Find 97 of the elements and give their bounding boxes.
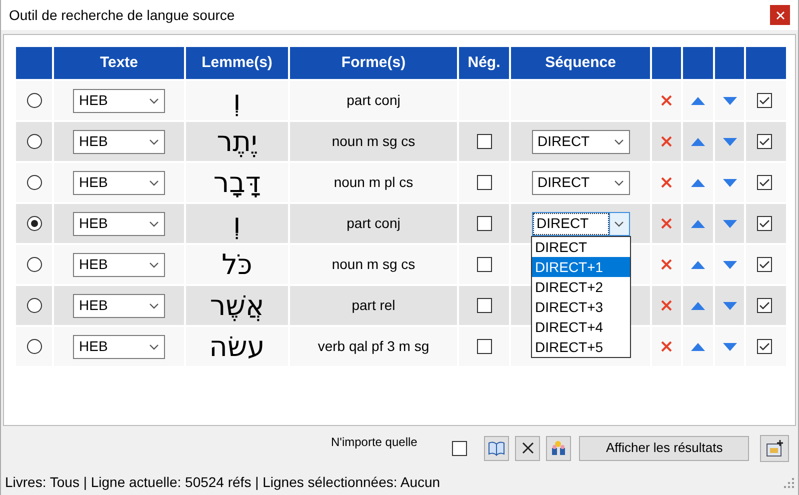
checkbox[interactable]	[476, 134, 492, 149]
checkbox[interactable]	[452, 440, 468, 456]
radio-button[interactable]	[26, 216, 42, 231]
dropdown-option[interactable]: DIRECT+1	[532, 257, 630, 277]
clear-button[interactable]	[515, 436, 540, 460]
text-dropdown[interactable]: HEB	[73, 130, 165, 154]
checkbox[interactable]	[476, 216, 492, 231]
chevron-icon	[614, 138, 624, 144]
chevron-icon	[149, 262, 159, 268]
close-button[interactable]	[770, 5, 790, 25]
move-up-icon[interactable]	[691, 342, 705, 350]
checkbox[interactable]	[757, 216, 772, 231]
close-icon	[776, 10, 784, 20]
checkbox[interactable]	[757, 93, 772, 108]
checkbox[interactable]	[757, 175, 772, 190]
delete-icon[interactable]	[661, 218, 672, 229]
dropdown-option[interactable]: DIRECT	[532, 237, 630, 257]
move-up-icon[interactable]	[691, 138, 705, 146]
text-dropdown[interactable]: HEB	[73, 88, 165, 112]
text-dropdown[interactable]: HEB	[73, 170, 165, 194]
chevron-icon	[149, 220, 159, 226]
text-dropdown[interactable]: HEB	[73, 294, 165, 318]
delete-icon[interactable]	[661, 300, 672, 311]
move-down-icon[interactable]	[722, 220, 736, 228]
text-dropdown[interactable]: HEB	[73, 212, 165, 236]
dropdown-option[interactable]: DIRECT+4	[532, 317, 630, 337]
dropdown-option[interactable]: DIRECT+3	[532, 297, 630, 317]
lemma-text: דָּבָר	[213, 168, 261, 196]
dropdown-option[interactable]: DIRECT+5	[532, 337, 630, 357]
book-icon	[488, 440, 506, 456]
move-down-icon[interactable]	[722, 260, 736, 268]
checkbox[interactable]	[757, 339, 772, 354]
checkbox[interactable]	[476, 257, 492, 272]
checkbox[interactable]	[757, 298, 772, 313]
move-up-icon[interactable]	[691, 96, 705, 104]
chevron-icon	[614, 220, 624, 226]
chevron-icon	[149, 138, 159, 144]
move-up-icon[interactable]	[691, 178, 705, 186]
lemma-text: יֶתֶר	[216, 128, 258, 156]
chevron-icon	[149, 98, 159, 104]
checkbox[interactable]	[757, 257, 772, 272]
move-up-icon[interactable]	[691, 302, 705, 310]
lemma-text: וְ	[233, 210, 241, 238]
move-down-icon[interactable]	[722, 138, 736, 146]
move-up-icon[interactable]	[691, 260, 705, 268]
checkbox[interactable]	[476, 298, 492, 313]
text-dropdown[interactable]: HEB	[73, 252, 165, 276]
resize-grip-icon	[784, 478, 794, 488]
delete-icon[interactable]	[661, 136, 672, 147]
move-down-icon[interactable]	[722, 178, 736, 186]
add-image-button[interactable]	[760, 434, 790, 462]
close-icon	[522, 442, 534, 454]
move-down-icon[interactable]	[722, 96, 736, 104]
add-image-icon	[766, 440, 784, 456]
form-text: noun m sg cs	[332, 132, 416, 151]
sequence-dropdown[interactable]: DIRECT	[532, 130, 630, 154]
sequence-dropdown[interactable]: DIRECT	[532, 170, 630, 194]
radio-button[interactable]	[26, 257, 42, 272]
book-button[interactable]	[484, 436, 510, 460]
delete-icon[interactable]	[661, 177, 672, 188]
lemma-text: אֲשֶׁר	[210, 292, 264, 320]
form-text: verb qal pf 3 m sg	[318, 337, 430, 356]
radio-button[interactable]	[26, 134, 42, 149]
delete-icon[interactable]	[661, 95, 672, 106]
move-down-icon[interactable]	[722, 342, 736, 350]
people-icon	[550, 440, 568, 456]
status-text: Livres: Tous | Ligne actuelle: 50524 réfs | Lignes sélectionnées: Aucun	[5, 473, 440, 492]
form-text: noun m sg cs	[332, 255, 416, 274]
form-text: part conj	[346, 91, 400, 110]
lemma-text: עשׂה	[209, 332, 265, 360]
lemma-text: כֹּל	[222, 250, 252, 278]
checkbox[interactable]	[476, 339, 492, 354]
text-dropdown[interactable]: HEB	[73, 334, 165, 358]
checkbox[interactable]	[476, 175, 492, 190]
chevron-icon	[149, 344, 159, 350]
any-label: N'importe quelle	[331, 434, 418, 451]
lemma-text: וְ	[233, 86, 241, 114]
radio-button[interactable]	[26, 175, 42, 190]
chevron-icon	[149, 302, 159, 308]
form-text: part conj	[346, 214, 400, 233]
show-results-button[interactable]: Afficher les résultats	[579, 436, 750, 460]
form-text: noun m pl cs	[334, 173, 414, 192]
search-people-button[interactable]	[546, 436, 572, 460]
window-title: Outil de recherche de langue source	[9, 6, 235, 25]
delete-icon[interactable]	[661, 259, 672, 270]
sequence-dropdown[interactable]: DIRECT	[532, 212, 630, 236]
chevron-icon	[614, 180, 624, 186]
move-up-icon[interactable]	[691, 220, 705, 228]
move-down-icon[interactable]	[722, 302, 736, 310]
radio-button[interactable]	[26, 298, 42, 313]
chevron-icon	[149, 180, 159, 186]
dropdown-option[interactable]: DIRECT+2	[532, 277, 630, 297]
radio-button[interactable]	[26, 93, 42, 108]
radio-button[interactable]	[26, 339, 42, 354]
form-text: part rel	[352, 296, 396, 315]
delete-icon[interactable]	[661, 341, 672, 352]
checkbox[interactable]	[757, 134, 772, 149]
